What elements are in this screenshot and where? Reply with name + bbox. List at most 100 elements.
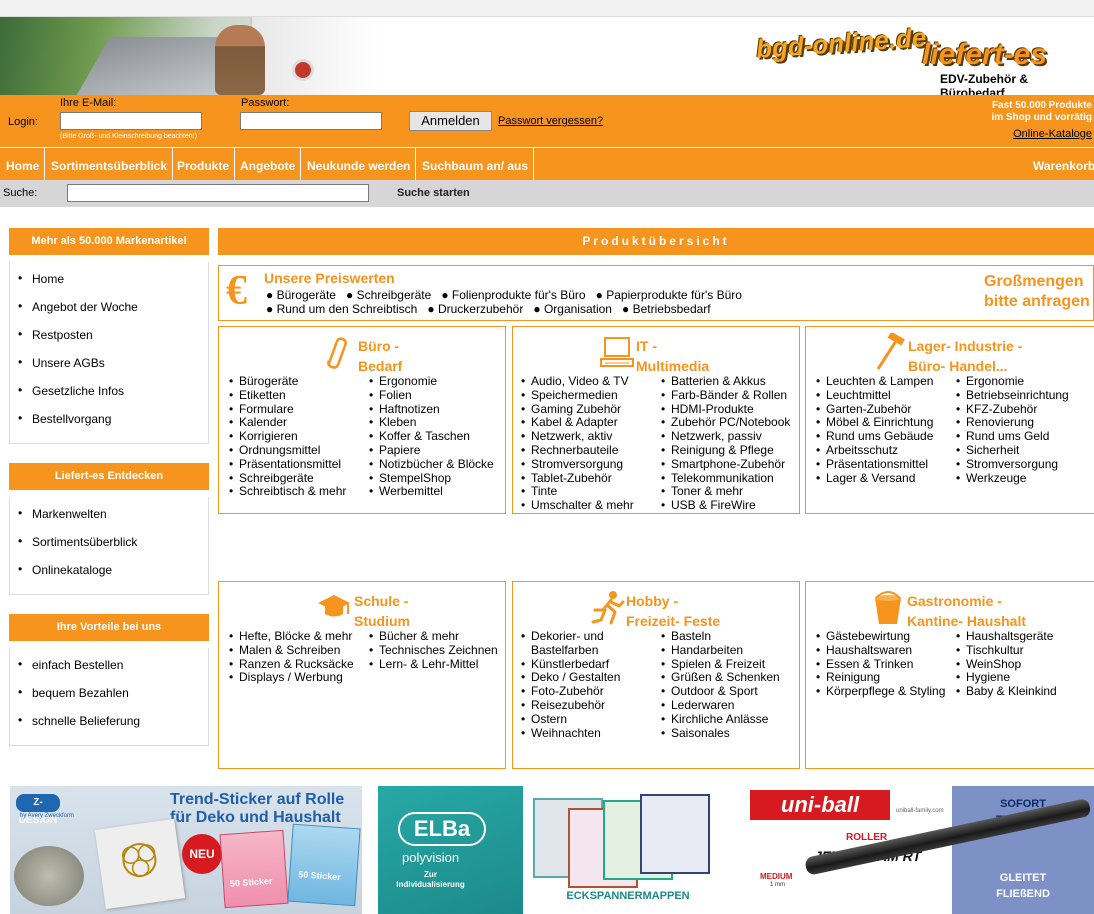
preiswert-link[interactable]: ● Papierprodukte für's Büro (596, 288, 742, 302)
sidebar-item-home[interactable]: Home (10, 264, 208, 293)
category-link[interactable]: USB & FireWire (661, 498, 790, 513)
login-button[interactable]: Anmelden (409, 111, 492, 131)
category-link[interactable]: Zubehör PC/Notebook (661, 416, 790, 430)
category-link[interactable]: Foto-Zubehör (521, 684, 641, 699)
category-link[interactable]: Saisonales (661, 726, 780, 741)
category-link[interactable]: Lederwaren (661, 698, 780, 713)
category-link[interactable]: Kalender (229, 416, 346, 430)
logo-liefert-es[interactable]: liefert-es (922, 38, 1047, 72)
category-link[interactable]: Outdoor & Sport (661, 684, 780, 699)
category-link[interactable]: Umschalter & mehr (521, 498, 634, 513)
forgot-password-link[interactable]: Passwort vergessen? (498, 115, 603, 127)
preiswert-link[interactable]: ● Folienprodukte für's Büro (441, 288, 585, 302)
preiswert-link[interactable]: ● Organisation (533, 302, 612, 316)
category-link[interactable]: Essen & Trinken (816, 657, 945, 672)
sidebar-item-bestellvorgang[interactable]: Bestellvorgang (10, 404, 208, 433)
banner-uniball[interactable]: uni-ball uniball-family.com ROLLER JETST… (746, 786, 1094, 914)
category-title[interactable]: Hobby - Freizeit- Feste (626, 591, 720, 631)
category-link[interactable]: Gästebewirtung (816, 629, 945, 644)
sidebar-item-sortiment[interactable]: Sortimentsüberblick (10, 527, 208, 556)
preiswert-link[interactable]: ● Bürogeräte (266, 288, 336, 302)
category-link[interactable]: Tablet-Zubehör (521, 471, 634, 486)
category-link[interactable]: Kabel & Adapter (521, 416, 634, 430)
category-link[interactable]: Künstlerbedarf (521, 657, 641, 672)
preiswert-link[interactable]: ● Rund um den Schreibtisch (266, 302, 417, 316)
category-link[interactable]: Telekommunikation (661, 471, 790, 486)
search-submit-button[interactable]: Suche starten (397, 187, 470, 199)
category-link[interactable]: Schreibtisch & mehr (229, 485, 346, 499)
category-link[interactable]: Baby & Kleinkind (956, 684, 1057, 699)
category-link[interactable]: Korrigieren (229, 429, 346, 444)
category-link[interactable]: Notizbücher & Blöcke (369, 457, 494, 472)
category-link[interactable]: Haushaltswaren (816, 643, 945, 658)
category-link[interactable]: Haftnotizen (369, 402, 494, 417)
category-link[interactable]: Präsentationsmittel (229, 457, 346, 472)
category-link[interactable]: Papiere (369, 443, 494, 458)
nav-neukunde[interactable]: Neukunde werden (302, 148, 417, 181)
sidebar-item-angebot[interactable]: Angebot der Woche (10, 292, 208, 321)
preiswert-link[interactable]: ● Schreibgeräte (346, 288, 431, 302)
category-link[interactable]: Lern- & Lehr-Mittel (369, 657, 498, 672)
category-link[interactable]: Audio, Video & TV (521, 374, 634, 389)
category-link[interactable]: Ranzen & Rucksäcke (229, 657, 354, 672)
category-link[interactable]: Schreibgeräte (229, 471, 346, 486)
category-link[interactable]: WeinShop (956, 657, 1057, 672)
category-title[interactable]: Lager- Industrie - Büro- Handel... (908, 336, 1022, 376)
nav-produkte[interactable]: Produkte (172, 148, 236, 181)
nav-suchbaum[interactable]: Suchbaum an/ aus (417, 148, 535, 181)
category-link[interactable]: Tischkultur (956, 643, 1057, 658)
category-link[interactable]: Smartphone-Zubehör (661, 457, 790, 472)
category-link[interactable]: HDMI-Produkte (661, 402, 790, 417)
sidebar-item-belieferung[interactable]: schnelle Belieferung (10, 706, 208, 735)
category-link[interactable]: Arbeitsschutz (816, 443, 933, 458)
category-link[interactable]: Netzwerk, aktiv (521, 429, 634, 444)
category-link[interactable]: Folien (369, 388, 494, 403)
category-link[interactable]: Gaming Zubehör (521, 402, 634, 417)
category-link[interactable]: Rund ums Geld (956, 429, 1069, 444)
category-link[interactable]: Weihnachten (521, 726, 641, 741)
category-title[interactable]: IT - Multimedia (636, 336, 709, 376)
online-catalog-link[interactable]: Online-Kataloge (1013, 128, 1092, 140)
category-link[interactable]: Basteln (661, 629, 780, 644)
sidebar-item-markenwelten[interactable]: Markenwelten (10, 499, 208, 528)
search-input[interactable] (67, 184, 369, 202)
category-link[interactable]: Ostern (521, 712, 641, 727)
category-link[interactable]: KFZ-Zubehör (956, 402, 1069, 417)
category-link[interactable]: Netzwerk, passiv (661, 429, 790, 444)
category-link[interactable]: Lager & Versand (816, 471, 933, 486)
category-link[interactable]: Hefte, Blöcke & mehr (229, 629, 354, 644)
category-link[interactable]: Garten-Zubehör (816, 402, 933, 417)
category-link[interactable]: Präsentationsmittel (816, 457, 933, 472)
category-link[interactable]: Etiketten (229, 388, 346, 403)
bulk-inquiry-note[interactable]: Großmengen bitte anfragen (984, 272, 1090, 312)
category-link[interactable]: Sicherheit (956, 443, 1069, 458)
sidebar-item-restposten[interactable]: Restposten (10, 320, 208, 349)
category-link[interactable]: Technisches Zeichnen (369, 643, 498, 658)
category-link[interactable]: Möbel & Einrichtung (816, 416, 933, 430)
category-link[interactable]: Tinte (521, 485, 634, 499)
preiswert-link[interactable]: ● Betriebsbedarf (622, 302, 711, 316)
category-title[interactable]: Gastronomie - Kantine- Haushalt (907, 591, 1026, 631)
category-link[interactable]: Ordnungsmittel (229, 443, 346, 458)
category-link[interactable]: Displays / Werbung (229, 671, 354, 685)
sidebar-item-bestellen[interactable]: einfach Bestellen (10, 650, 208, 679)
category-link[interactable]: Kleben (369, 416, 494, 430)
category-link[interactable]: Grüßen & Schenken (661, 671, 780, 685)
nav-home[interactable]: Home (1, 148, 46, 181)
category-link[interactable]: Leuchtmittel (816, 388, 933, 403)
preiswert-link[interactable]: ● Druckerzubehör (427, 302, 523, 316)
category-link[interactable]: Renovierung (956, 416, 1069, 430)
category-link[interactable]: Rechnerbauteile (521, 443, 634, 458)
category-link[interactable]: Reinigung & Pflege (661, 443, 790, 458)
category-link[interactable]: Farb-Bänder & Rollen (661, 388, 790, 403)
category-link[interactable]: Hygiene (956, 671, 1057, 685)
category-link[interactable]: Stromversorgung (956, 457, 1069, 472)
category-title[interactable]: Büro - Bedarf (358, 336, 402, 376)
category-title[interactable]: Schule - Studium (354, 591, 410, 631)
sidebar-item-onlinekataloge[interactable]: Onlinekataloge (10, 555, 208, 584)
sidebar-item-agbs[interactable]: Unsere AGBs (10, 348, 208, 377)
category-link[interactable]: Deko / Gestalten (521, 671, 641, 685)
sidebar-item-bezahlen[interactable]: bequem Bezahlen (10, 678, 208, 707)
category-link[interactable]: Toner & mehr (661, 485, 790, 499)
password-field[interactable] (240, 112, 382, 130)
